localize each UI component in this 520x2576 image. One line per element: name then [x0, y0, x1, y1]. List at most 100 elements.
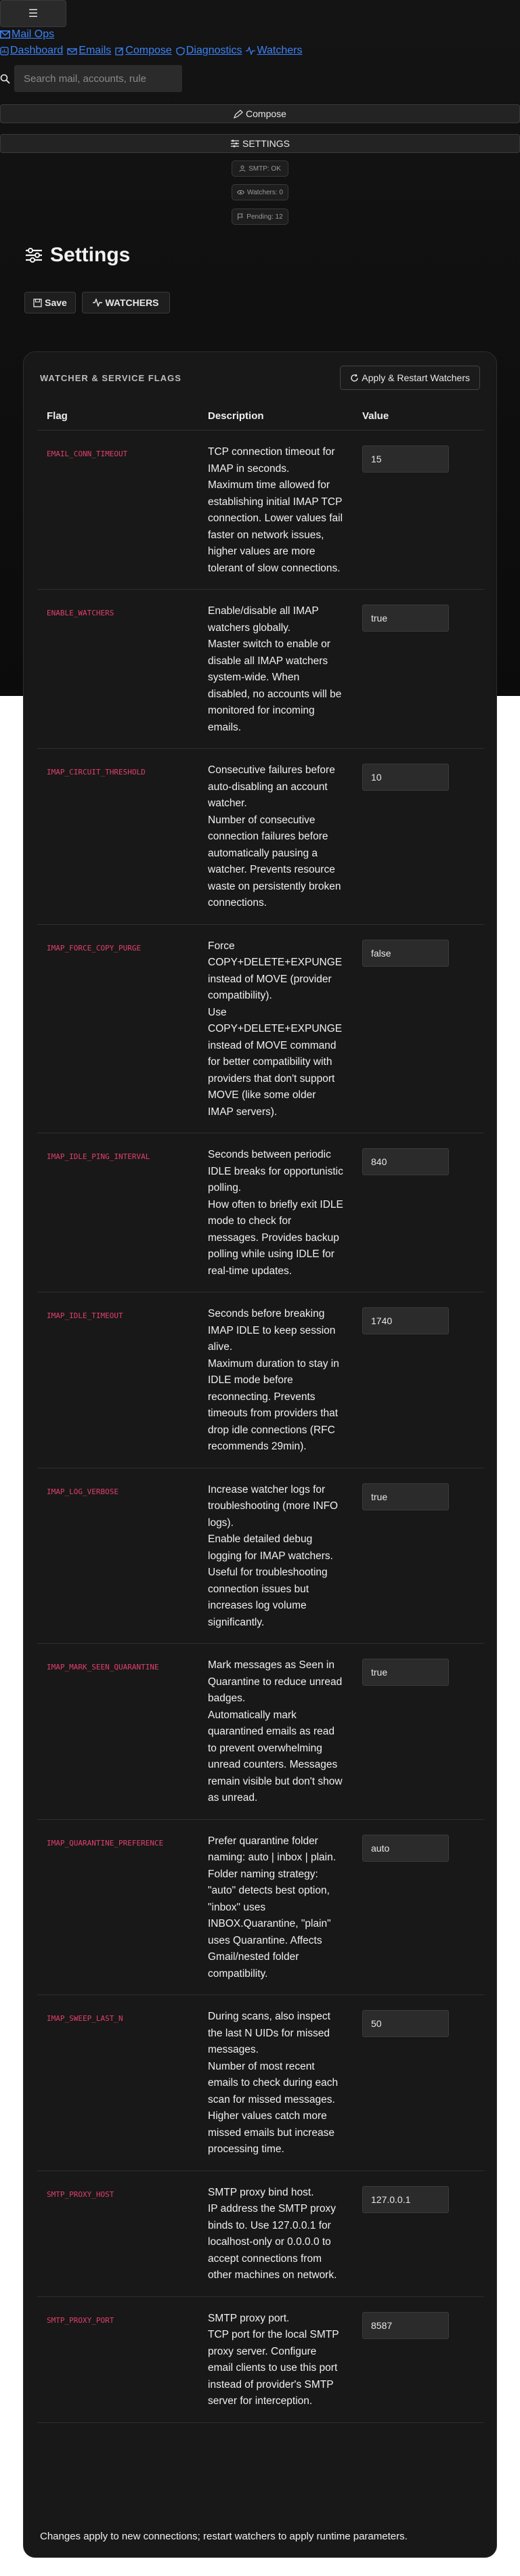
pending-status-text: Pending: 12 [246, 213, 283, 221]
flag-detail: Folder naming strategy: "auto" detects b… [208, 1868, 331, 1980]
watchers-button-label: WATCHERS [105, 297, 159, 308]
settings-button[interactable]: SETTINGS [0, 134, 520, 153]
nav-emails-label: Emails [79, 45, 112, 56]
flag-value-cell [353, 1643, 484, 1820]
watchers-icon [246, 47, 256, 55]
nav-diagnostics[interactable]: Diagnostics [176, 45, 242, 57]
flag-value-input[interactable] [362, 1659, 449, 1686]
flag-value-cell [353, 430, 484, 590]
flag-value-cell [353, 589, 484, 749]
flag-name: SMTP_PROXY_PORT [37, 2296, 198, 2423]
nav-dashboard[interactable]: Dashboard [0, 45, 63, 57]
nav-compose[interactable]: Compose [115, 45, 172, 57]
table-row: IMAP_MARK_SEEN_QUARANTINE Mark messages a… [37, 1643, 484, 1820]
flag-detail: Master switch to enable or disable all I… [208, 638, 342, 733]
table-row: SMTP_PROXY_PORT SMTP proxy port. TCP port … [37, 2296, 484, 2423]
page-title: Settings [24, 244, 130, 267]
search-input[interactable] [14, 65, 182, 92]
pending-status-badge: Pending: 12 [232, 209, 288, 225]
flag-name: IMAP_LOG_VERBOSE [37, 1468, 198, 1644]
table-row: IMAP_FORCE_COPY_PURGE Force COPY+DELETE+E… [37, 924, 484, 1133]
brand-label: Mail Ops [12, 28, 55, 40]
flag-detail: Enable detailed debug logging for IMAP w… [208, 1533, 333, 1628]
flag-detail: Number of most recent emails to check du… [208, 2060, 339, 2156]
flag-value-input[interactable] [362, 1148, 449, 1175]
flag-value-input[interactable] [362, 1834, 449, 1862]
flag-name: IMAP_SWEEP_LAST_N [37, 1994, 198, 2171]
nav-compose-label: Compose [125, 45, 172, 56]
brand-link[interactable]: Mail Ops [0, 28, 54, 41]
nav-watchers-label: Watchers [257, 45, 303, 56]
eye-icon [237, 190, 244, 195]
flag-description: Mark messages as Seen in Quarantine to r… [198, 1643, 353, 1820]
flags-table-body: EMAIL_CONN_TIMEOUT TCP connection timeout… [37, 430, 484, 2423]
flag-value-input[interactable] [362, 2185, 449, 2213]
hamburger-icon: ☰ [28, 8, 39, 20]
nav-watchers[interactable]: Watchers [246, 45, 302, 57]
flag-description: SMTP proxy port. TCP port for the local S… [198, 2296, 353, 2423]
flag-value-input[interactable] [362, 1483, 449, 1510]
table-row: IMAP_CIRCUIT_THRESHOLD Consecutive failur… [37, 748, 484, 925]
table-row: IMAP_QUARANTINE_PREFERENCE Prefer quarant… [37, 1819, 484, 1995]
compose-button-label: Compose [246, 108, 286, 119]
flag-description: Seconds before breaking IMAP IDLE to kee… [198, 1292, 353, 1468]
flag-value-input[interactable] [362, 1307, 449, 1334]
card-header: WATCHER & SERVICE FLAGS Apply & Restart … [40, 364, 480, 391]
menu-toggle-button[interactable]: ☰ [0, 0, 66, 27]
flags-table: Flag Description Value EMAIL_CONN_TIMEOU… [37, 402, 484, 2423]
footer-note: Changes apply to new connections; restar… [40, 2531, 408, 2542]
table-row: ENABLE_WATCHERS Enable/disable all IMAP w… [37, 589, 484, 749]
table-header-row: Flag Description Value [37, 402, 484, 431]
save-button[interactable]: Save [24, 292, 76, 313]
flag-detail: Automatically mark quarantined emails as… [208, 1709, 343, 1804]
flag-name: SMTP_PROXY_HOST [37, 2170, 198, 2297]
apply-restart-watchers-button[interactable]: Apply & Restart Watchers [340, 366, 480, 390]
search-icon [0, 74, 10, 84]
flag-detail: IP address the SMTP proxy binds to. Use … [208, 2203, 337, 2281]
settings-button-label: SETTINGS [242, 138, 290, 149]
table-row: IMAP_IDLE_PING_INTERVAL Seconds between p… [37, 1133, 484, 1292]
flag-value-input[interactable] [362, 2010, 449, 2037]
flag-value-cell [353, 1133, 484, 1292]
card-title: WATCHER & SERVICE FLAGS [40, 372, 181, 383]
smtp-status-badge: SMTP: OK [232, 160, 288, 177]
search-bar [0, 65, 182, 92]
flag-name: IMAP_IDLE_PING_INTERVAL [37, 1133, 198, 1292]
flag-summary: During scans, also inspect the last N UI… [208, 2011, 330, 2055]
flag-value-input[interactable] [362, 445, 449, 473]
flag-detail: TCP port for the local SMTP proxy server… [208, 2329, 339, 2407]
flag-value-cell [353, 924, 484, 1133]
column-header-flag: Flag [37, 402, 198, 431]
flag-detail: Use COPY+DELETE+EXPUNGE instead of MOVE … [208, 1006, 343, 1118]
smtp-status-text: SMTP: OK [248, 165, 281, 173]
compose-button[interactable]: Compose [0, 104, 520, 123]
watchers-status-text: Watchers: 0 [247, 188, 283, 196]
table-row: SMTP_PROXY_HOST SMTP proxy bind host. IP a… [37, 2170, 484, 2297]
flag-value-input[interactable] [362, 939, 449, 967]
flag-summary: Mark messages as Seen in Quarantine to r… [208, 1659, 343, 1704]
compose-icon [115, 47, 123, 56]
table-row: IMAP_LOG_VERBOSE Increase watcher logs fo… [37, 1468, 484, 1644]
flag-name: IMAP_QUARANTINE_PREFERENCE [37, 1819, 198, 1995]
flag-value-input[interactable] [362, 764, 449, 791]
flag-description: TCP connection timeout for IMAP in secon… [198, 430, 353, 590]
flags-card: WATCHER & SERVICE FLAGS Apply & Restart … [23, 351, 497, 2558]
flag-summary: Seconds between periodic IDLE breaks for… [208, 1149, 343, 1194]
flag-value-cell [353, 1292, 484, 1468]
dashboard-icon [0, 46, 9, 56]
settings-sliders-icon [26, 248, 42, 263]
save-icon [33, 298, 42, 307]
flag-description: Increase watcher logs for troubleshootin… [198, 1468, 353, 1644]
flag-detail: Number of consecutive connection failure… [208, 814, 341, 909]
flag-summary: SMTP proxy bind host. [208, 2186, 314, 2198]
flag-value-cell [353, 748, 484, 925]
flag-value-input[interactable] [362, 2311, 449, 2339]
flag-value-input[interactable] [362, 605, 449, 632]
flag-name: EMAIL_CONN_TIMEOUT [37, 430, 198, 590]
nav-emails[interactable]: Emails [67, 45, 111, 57]
flag-value-cell [353, 1994, 484, 2171]
flag-description: Force COPY+DELETE+EXPUNGE instead of MOV… [198, 924, 353, 1133]
table-row: EMAIL_CONN_TIMEOUT TCP connection timeout… [37, 430, 484, 590]
table-row: IMAP_SWEEP_LAST_N During scans, also insp… [37, 1994, 484, 2171]
watchers-button[interactable]: WATCHERS [82, 292, 170, 313]
